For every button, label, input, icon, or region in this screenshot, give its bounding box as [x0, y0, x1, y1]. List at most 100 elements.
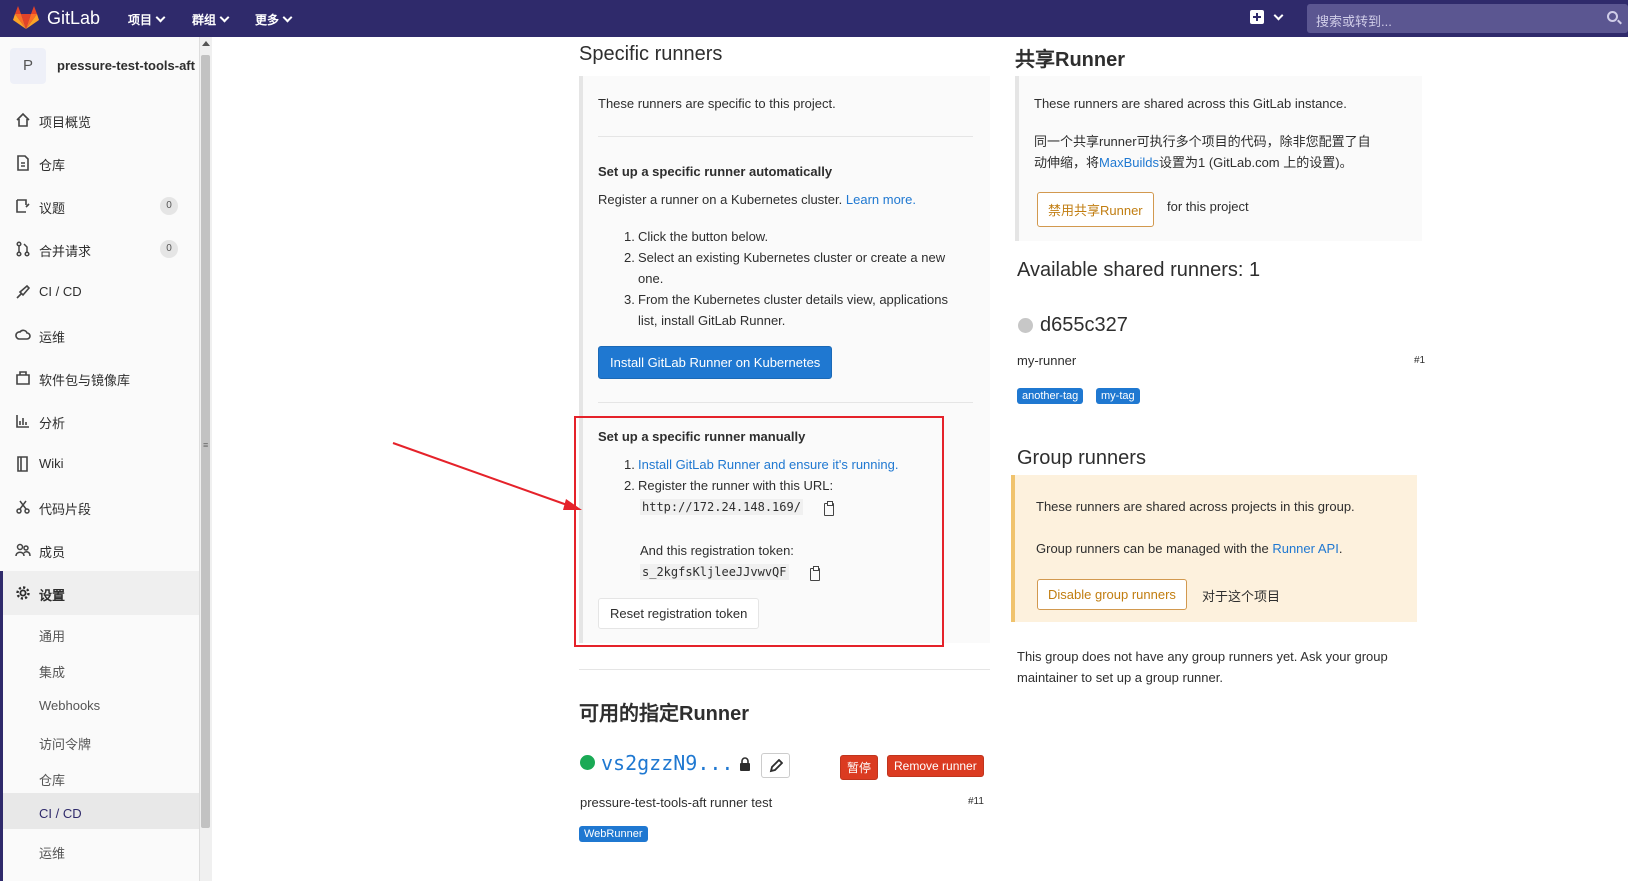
sidebar-item-operations[interactable]: 运维 [0, 315, 201, 355]
nav-groups-label: 群组 [192, 13, 217, 27]
project-name: pressure-test-tools-aft [57, 58, 195, 73]
sidebar-item-label: 分析 [39, 416, 66, 431]
merge-request-icon [16, 241, 30, 257]
maxbuilds-link[interactable]: MaxBuilds [1099, 155, 1159, 170]
auto-step-2-cont: one. [638, 271, 664, 286]
auto-step-3-cont: list, install GitLab Runner. [638, 313, 786, 328]
search-input[interactable]: 搜索或转到... [1307, 4, 1628, 33]
nav-projects-menu[interactable]: 项目 [128, 11, 166, 28]
sidebar-item-label: 仓库 [39, 158, 66, 173]
available-specific-title: 可用的指定Runner [579, 703, 749, 725]
auto-step-3: From the Kubernetes cluster details view… [638, 292, 948, 307]
chevron-down-icon [155, 12, 166, 23]
sidebar-item-members[interactable]: 成员 [0, 530, 201, 570]
rocket-icon [16, 284, 31, 299]
shared-note-line1: 同一个共享runner可执行多个项目的代码，除非您配置了自 [1034, 134, 1371, 149]
nav-more-menu[interactable]: 更多 [255, 11, 293, 28]
sidebar-item-label: CI / CD [39, 284, 82, 299]
pencil-icon [769, 759, 783, 773]
annotation-arrow-icon [392, 442, 582, 510]
shared-intro: These runners are shared across this Git… [1034, 96, 1347, 111]
chevron-down-icon[interactable] [1273, 10, 1284, 21]
nav-more-label: 更多 [255, 13, 280, 27]
shared-note-text: 动伸缩，将 [1034, 155, 1100, 170]
sidebar-item-label: 项目概览 [39, 115, 92, 130]
install-runner-kubernetes-button[interactable]: Install GitLab Runner on Kubernetes [598, 346, 833, 379]
sidebar-item-packages[interactable]: 软件包与镜像库 [0, 358, 201, 398]
auto-step-3-num: 3. [624, 292, 635, 307]
runner-tag: another-tag [1017, 388, 1084, 404]
gear-icon [16, 586, 30, 600]
settings-sub-operations[interactable]: 运维 [39, 843, 65, 862]
auto-step-2: Select an existing Kubernetes cluster or… [638, 250, 946, 265]
settings-sub-cicd[interactable]: CI / CD [39, 806, 82, 821]
pause-runner-button[interactable]: 暂停 [840, 755, 879, 780]
home-icon [16, 112, 30, 127]
settings-sub-webhooks[interactable]: Webhooks [39, 698, 100, 713]
shared-note-text-end: 设置为1 (GitLab.com 上的设置)。 [1158, 155, 1353, 170]
active-section-bar [0, 571, 3, 881]
auto-setup-desc-text: Register a runner on a Kubernetes cluste… [598, 192, 843, 207]
scroll-up-arrow-icon[interactable] [202, 41, 210, 46]
sidebar-item-label: 成员 [39, 545, 66, 560]
logo-text[interactable]: GitLab [47, 8, 100, 29]
divider [598, 136, 973, 137]
disable-shared-runners-button[interactable]: 禁用共享Runner [1037, 192, 1154, 227]
nav-projects-label: 项目 [128, 13, 153, 27]
sidebar-item-label: 软件包与镜像库 [39, 373, 131, 388]
specific-runner-name[interactable]: vs2gzzN9... [601, 751, 733, 775]
group-manage-text: Group runners can be managed with the Ru… [1036, 541, 1342, 556]
settings-sub-general[interactable]: 通用 [39, 626, 65, 645]
runner-tag: my-tag [1096, 388, 1140, 404]
issues-icon [16, 199, 30, 213]
sidebar-item-repository[interactable]: 仓库 [0, 143, 201, 183]
sidebar-item-label: Wiki [39, 456, 64, 471]
sidebar-item-settings[interactable]: 设置 [0, 571, 201, 615]
settings-sub-repository[interactable]: 仓库 [39, 770, 65, 789]
runner-api-link[interactable]: Runner API [1272, 541, 1339, 556]
divider [598, 402, 973, 403]
group-manage-end: . [1338, 541, 1343, 556]
group-runners-title: Group runners [1017, 447, 1146, 469]
users-icon [15, 543, 31, 557]
disable-group-runners-button[interactable]: Disable group runners [1037, 579, 1187, 610]
group-empty-line2: maintainer to set up a group runner. [1017, 670, 1223, 685]
search-placeholder: 搜索或转到... [1316, 14, 1392, 29]
shared-runner-id: #1 [1414, 355, 1426, 366]
project-avatar: P [10, 48, 46, 84]
runner-tag: WebRunner [579, 826, 648, 842]
sidebar-item-issues[interactable]: 议题 0 [0, 186, 201, 226]
specific-intro: These runners are specific to this proje… [598, 96, 836, 111]
search-icon [1607, 11, 1618, 22]
learn-more-link[interactable]: Learn more. [846, 192, 916, 207]
sidebar-item-merge-requests[interactable]: 合并请求 0 [0, 229, 201, 269]
sidebar-item-cicd[interactable]: CI / CD [0, 272, 201, 312]
specific-runner-desc: pressure-test-tools-aft runner test [580, 795, 773, 810]
shared-runners-title: 共享Runner [1015, 49, 1125, 71]
sidebar-item-wiki[interactable]: Wiki [0, 444, 201, 484]
sidebar-item-snippets[interactable]: 代码片段 [0, 487, 201, 527]
sidebar-item-label: 代码片段 [39, 502, 92, 517]
edit-runner-button[interactable] [761, 753, 790, 778]
sidebar-item-overview[interactable]: 项目概览 [0, 100, 201, 140]
sidebar-item-analytics[interactable]: 分析 [0, 401, 201, 441]
panel-left-border [1015, 76, 1019, 241]
chevron-down-icon [282, 12, 293, 23]
cloud-icon [15, 329, 31, 340]
divider [579, 669, 990, 670]
auto-step-1: Click the button below. [638, 229, 769, 244]
sidebar-item-label: 运维 [39, 330, 66, 345]
auto-setup-title: Set up a specific runner automatically [598, 164, 833, 179]
gitlab-logo-icon[interactable] [13, 6, 39, 30]
settings-sub-integrations[interactable]: 集成 [39, 662, 65, 681]
sidebar: P pressure-test-tools-aft 项目概览 仓库 议题 0 合… [0, 37, 202, 881]
scrollbar-grip-icon: ≡ [203, 440, 209, 450]
specific-runner-id: #11 [968, 796, 984, 807]
runner-status-online-icon [580, 755, 595, 770]
settings-sub-access-tokens[interactable]: 访问令牌 [39, 734, 91, 753]
plus-icon[interactable] [1250, 10, 1264, 24]
shared-for-project: for this project [1167, 199, 1249, 214]
remove-runner-button[interactable]: Remove runner [887, 755, 984, 777]
auto-step-1-num: 1. [624, 229, 635, 244]
nav-groups-menu[interactable]: 群组 [192, 11, 230, 28]
